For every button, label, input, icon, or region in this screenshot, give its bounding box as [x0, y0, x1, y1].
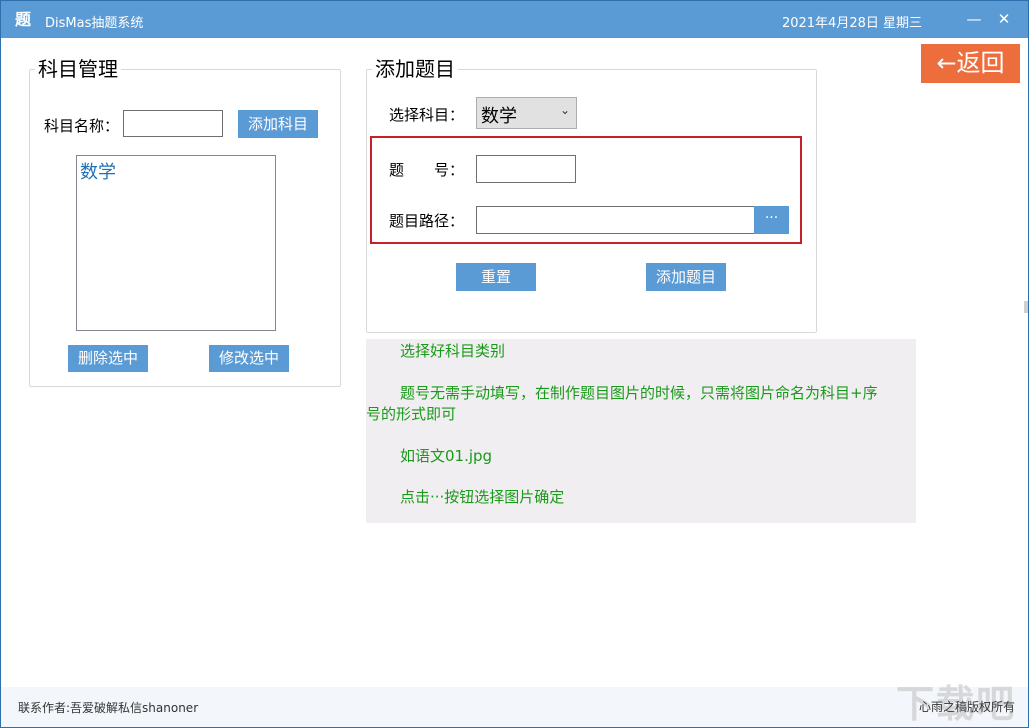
select-subject-label: 选择科目： [389, 104, 464, 125]
question-path-input[interactable] [476, 206, 756, 234]
browse-button[interactable]: ··· [754, 206, 789, 234]
help-panel: 选择好科目类别 题号无需手动填写，在制作题目图片的时候，只需将图片命名为科目+序… [366, 339, 916, 523]
add-subject-button[interactable]: 添加科目 [238, 110, 318, 138]
subject-list[interactable]: 数学 [76, 155, 276, 331]
help-line-2a: 题号无需手动填写，在制作题目图片的时候，只需将图片命名为科目+序 [400, 382, 878, 404]
window-edge-grip [1024, 301, 1028, 313]
watermark-caption: 心雨之稿版权所有 [919, 698, 1015, 715]
minimize-button[interactable]: — [961, 7, 987, 31]
subject-select-value: 数学 [481, 102, 517, 128]
main-window: 题 DisMas抽题系统 2021年4月28日 星期三 — ✕ ←返回 科目管理… [0, 0, 1029, 728]
app-logo-icon: 题 [15, 10, 37, 30]
list-item[interactable]: 数学 [80, 158, 116, 184]
question-number-label: 题 号： [389, 159, 464, 180]
help-line-4: 点击···按钮选择图片确定 [400, 486, 564, 508]
help-line-1: 选择好科目类别 [400, 340, 505, 362]
question-number-input[interactable] [476, 155, 576, 183]
delete-selected-button[interactable]: 删除选中 [68, 345, 148, 372]
subject-name-input[interactable] [123, 110, 223, 137]
question-path-label: 题目路径： [389, 210, 464, 231]
add-question-button[interactable]: 添加题目 [646, 263, 726, 291]
app-title: DisMas抽题系统 [45, 12, 143, 31]
help-line-3: 如语文01.jpg [400, 445, 492, 467]
status-bar: 联系作者:吾爱破解私信shanoner [1, 687, 1028, 727]
edit-selected-button[interactable]: 修改选中 [209, 345, 289, 372]
back-button[interactable]: ←返回 [921, 44, 1020, 83]
add-question-legend: 添加题目 [372, 58, 458, 80]
title-bar[interactable]: 题 DisMas抽题系统 2021年4月28日 星期三 — ✕ [1, 1, 1028, 38]
subject-name-label: 科目名称： [44, 115, 119, 136]
subject-select[interactable]: 数学 ⌄ [476, 97, 577, 129]
chevron-down-icon: ⌄ [560, 103, 570, 117]
datetime-display: 2021年4月28日 星期三 [782, 12, 922, 31]
help-line-2b: 号的形式即可 [366, 403, 456, 425]
subject-management-legend: 科目管理 [35, 58, 121, 80]
close-button[interactable]: ✕ [991, 7, 1017, 31]
author-contact-text: 联系作者:吾爱破解私信shanoner [18, 699, 198, 716]
reset-button[interactable]: 重置 [456, 263, 536, 291]
